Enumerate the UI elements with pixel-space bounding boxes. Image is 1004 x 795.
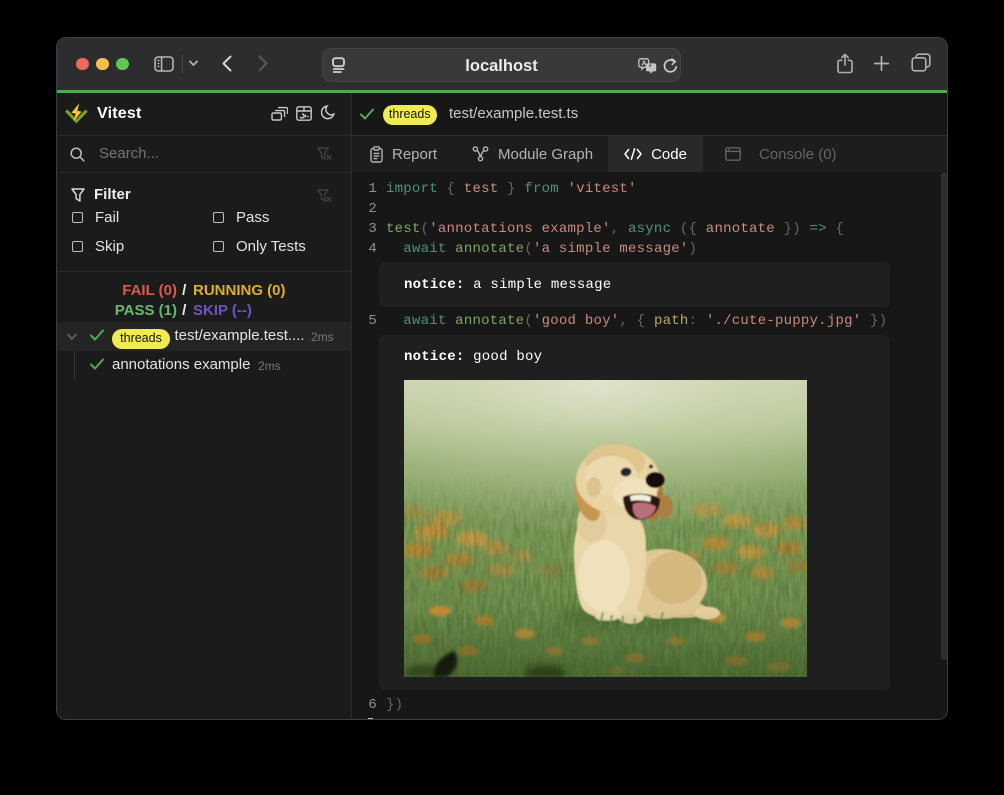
svg-text:*: * [649,63,652,72]
